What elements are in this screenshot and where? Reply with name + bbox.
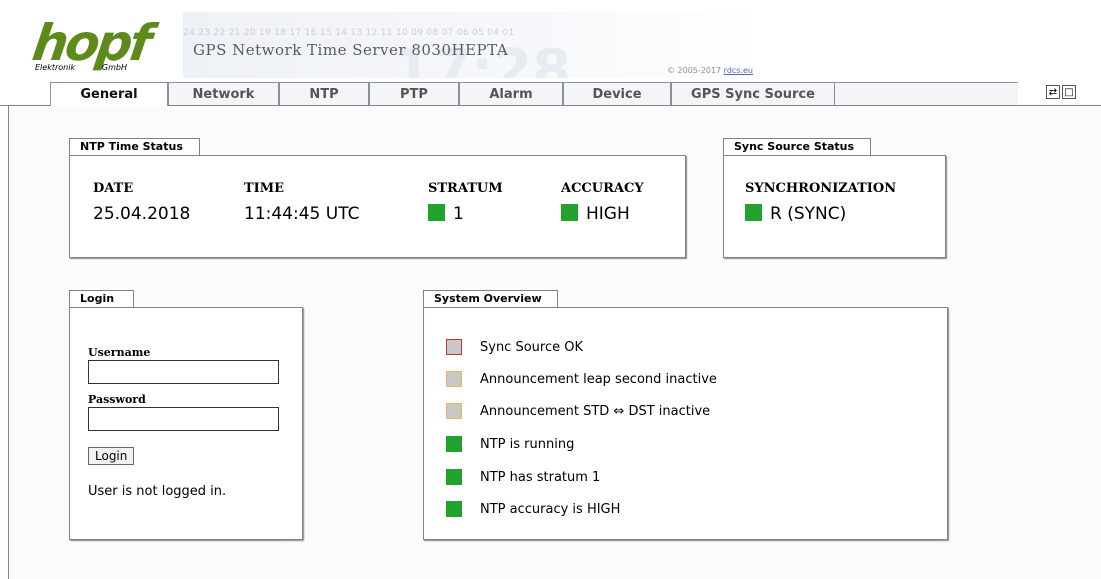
synchronization-indicator: R (SYNC) (745, 204, 846, 224)
header-banner: 17:28 24 23 22 21 20 19 18 17 16 15 14 1… (183, 12, 761, 78)
username-label: Username (88, 346, 151, 359)
overview-item-text: NTP accuracy is HIGH (480, 501, 621, 517)
sync-status-title: Sync Source Status (723, 138, 871, 156)
stratum-indicator: 1 (428, 204, 464, 224)
overview-item-ntp-accuracy: NTP accuracy is HIGH (446, 501, 620, 517)
sync-status-panel: SYNCHRONIZATION R (SYNC) (723, 155, 946, 258)
overview-item-ntp-stratum: NTP has stratum 1 (446, 469, 600, 485)
password-label: Password (88, 393, 146, 406)
logo-sub-left: Elektronik (35, 63, 76, 72)
overview-item-text: Announcement STD ⇔ DST inactive (480, 403, 711, 419)
date-value: 25.04.2018 (93, 204, 191, 224)
stratum-value: 1 (453, 204, 464, 224)
tab-ptp[interactable]: PTP (369, 82, 459, 105)
password-field[interactable] (88, 407, 279, 431)
time-label: TIME (244, 181, 285, 196)
overview-item-leap-second: Announcement leap second inactive (446, 371, 717, 387)
overview-item-std-dst: Announcement STD ⇔ DST inactive (446, 403, 710, 419)
stratum-status-square (428, 204, 445, 221)
synchronization-label: SYNCHRONIZATION (745, 181, 897, 196)
window-icon[interactable]: □ (1062, 85, 1076, 99)
ntp-status-panel: DATE 25.04.2018 TIME 11:44:45 UTC STRATU… (69, 155, 686, 258)
logo-subtitle: Elektronik GmbH (35, 63, 127, 72)
overview-item-text: Announcement leap second inactive (480, 371, 717, 387)
tab-network[interactable]: Network (168, 82, 279, 105)
window-controls: ⇄ □ (1046, 85, 1076, 99)
overview-item-text: Sync Source OK (480, 339, 584, 355)
date-label: DATE (93, 181, 134, 196)
tab-ntp[interactable]: NTP (279, 82, 369, 105)
status-square-error (446, 339, 462, 355)
logo-word: hopf (28, 14, 153, 72)
header: hopf Elektronik GmbH 17:28 24 23 22 21 2… (0, 0, 1101, 86)
synchronization-value: R (SYNC) (770, 204, 847, 224)
login-panel: Username Password Login User is not logg… (69, 307, 303, 540)
login-status-text: User is not logged in. (88, 484, 227, 499)
copyright-text: © 2005-2017 (666, 66, 722, 75)
stratum-label: STRATUM (428, 181, 503, 196)
accuracy-value: HIGH (586, 204, 630, 224)
overview-item-sync-source: Sync Source OK (446, 339, 583, 355)
overview-item-ntp-running: NTP is running (446, 436, 574, 452)
hopf-logo: hopf Elektronik GmbH (28, 14, 153, 72)
system-overview-panel: Sync Source OK Announcement leap second … (423, 307, 948, 540)
login-button[interactable]: Login (88, 447, 135, 465)
overview-item-text: NTP has stratum 1 (480, 469, 601, 485)
status-square-inactive (446, 371, 462, 387)
status-square-ok (446, 501, 462, 517)
accuracy-label: ACCURACY (561, 181, 644, 196)
accuracy-status-square (561, 204, 578, 221)
status-square-ok (446, 469, 462, 485)
copyright: © 2005-2017 rdcs.eu (667, 66, 753, 75)
time-value: 11:44:45 UTC (244, 204, 360, 224)
status-square-inactive (446, 403, 462, 419)
copyright-link[interactable]: rdcs.eu (724, 66, 753, 75)
status-square-ok (446, 436, 462, 452)
username-field[interactable] (88, 360, 279, 384)
tab-gps-sync-source[interactable]: GPS Sync Source (671, 82, 835, 105)
page-title: GPS Network Time Server 8030HEPTA (193, 41, 509, 59)
refresh-icon[interactable]: ⇄ (1046, 85, 1060, 99)
tab-alarm[interactable]: Alarm (459, 82, 563, 105)
logo-sub-right: GmbH (101, 63, 127, 72)
sync-status-square (745, 204, 762, 221)
banner-digits: 24 23 22 21 20 19 18 17 16 15 14 13 12 1… (183, 28, 515, 38)
ntp-status-title: NTP Time Status (69, 138, 200, 156)
system-overview-title: System Overview (423, 290, 558, 308)
overview-item-text: NTP is running (480, 436, 575, 452)
tab-general[interactable]: General (50, 82, 168, 106)
login-title: Login (69, 290, 134, 308)
accuracy-indicator: HIGH (561, 204, 630, 224)
tab-device[interactable]: Device (563, 82, 671, 105)
tab-bar-filler (833, 82, 1018, 105)
